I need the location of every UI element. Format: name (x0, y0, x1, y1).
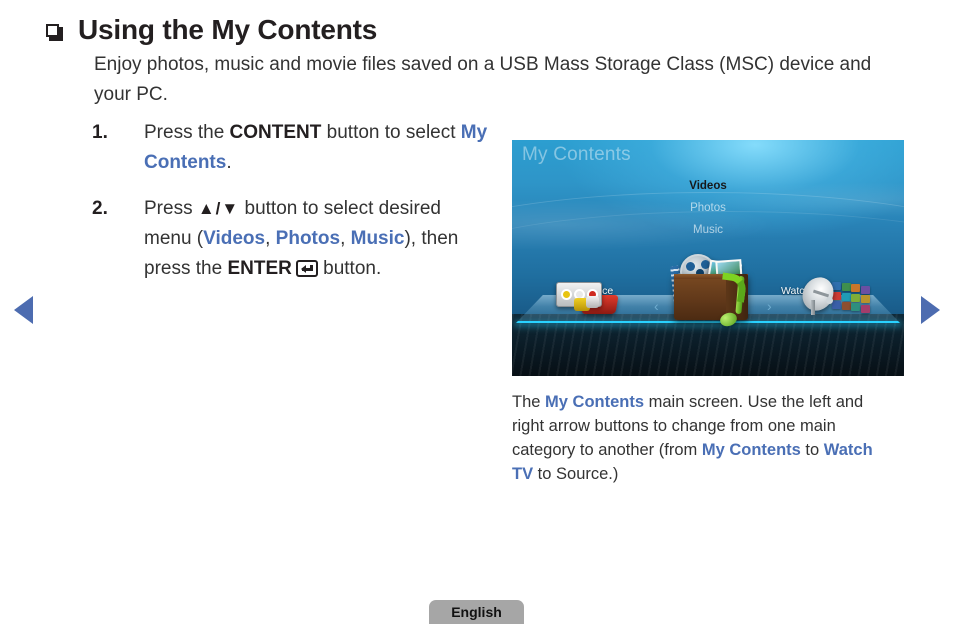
rca-composite-cable-icon[interactable] (556, 282, 619, 316)
tv-chevron-right-icon[interactable]: › (767, 298, 772, 314)
content-button-label: CONTENT (229, 122, 322, 143)
channel-thumbnail (851, 284, 860, 293)
up-down-arrow-icon: ▲/▼ (197, 199, 240, 218)
caption-my-contents-1: My Contents (545, 393, 645, 411)
satellite-dish-tv-icon[interactable] (799, 273, 870, 318)
step1-text-1: Press the (144, 122, 230, 143)
list-item: 2. Press ▲/▼ button to select desired me… (92, 194, 492, 284)
step-text: Press the CONTENT button to select My Co… (144, 118, 489, 178)
tv-screen-illustration: My Contents Videos Photos Music ‹ › Sour… (512, 140, 904, 376)
enter-key-icon (295, 260, 318, 277)
figure-caption: The My Contents main screen. Use the lef… (512, 390, 898, 486)
step-list: 1. Press the CONTENT button to select My… (92, 118, 492, 300)
channel-thumbnail (851, 303, 860, 312)
step2-text-4: , (340, 228, 351, 249)
enter-button-label: ENTER (227, 258, 292, 279)
language-label: English (451, 604, 502, 620)
step2-text-3: , (265, 228, 276, 249)
caption-text-3: to (800, 441, 824, 459)
caption-text-4: to Source.) (533, 465, 619, 483)
step2-text-6: button. (317, 258, 382, 279)
media-box-icon[interactable] (664, 244, 758, 329)
shadow-box-bullet-icon (46, 24, 64, 42)
language-footer-tab: English (429, 600, 524, 624)
page-heading: Using the My Contents (46, 14, 377, 46)
step-number: 2. (92, 198, 108, 219)
channel-thumbnail (860, 304, 870, 313)
tv-chevron-left-icon[interactable]: ‹ (654, 298, 659, 314)
step1-text-2: button to select (321, 122, 461, 143)
caption-my-contents-2: My Contents (701, 441, 801, 459)
step-text: Press ▲/▼ button to select desired menu … (144, 194, 489, 284)
tv-menu-item-music[interactable]: Music (512, 222, 904, 239)
channel-thumbnail (851, 293, 860, 302)
channel-thumbnails (832, 282, 870, 313)
intro-paragraph: Enjoy photos, music and movie files save… (94, 54, 872, 105)
channel-thumbnail (860, 295, 870, 304)
step1-text-3: . (226, 152, 232, 173)
step2-text-1: Press (144, 198, 198, 219)
list-item: 1. Press the CONTENT button to select My… (92, 118, 492, 178)
tv-screen-title: My Contents (522, 144, 631, 165)
page-title: Using the My Contents (78, 14, 378, 45)
videos-label: Videos (203, 228, 266, 249)
tv-menu-item-photos[interactable]: Photos (512, 200, 904, 217)
previous-page-arrow-icon[interactable] (14, 296, 33, 324)
channel-thumbnail (832, 301, 841, 309)
channel-thumbnail (860, 285, 870, 294)
channel-thumbnail (841, 283, 851, 292)
photos-label: Photos (275, 228, 341, 249)
manual-page: Using the My Contents Enjoy photos, musi… (0, 0, 954, 624)
tv-menu-list: Videos Photos Music (512, 178, 904, 244)
channel-thumbnail (841, 292, 851, 301)
step-number: 1. (92, 122, 108, 143)
next-page-arrow-icon[interactable] (921, 296, 940, 324)
tv-menu-item-videos[interactable]: Videos (512, 178, 904, 195)
music-label: Music (350, 228, 405, 249)
channel-thumbnail (841, 302, 851, 311)
caption-text-1: The (512, 393, 546, 411)
